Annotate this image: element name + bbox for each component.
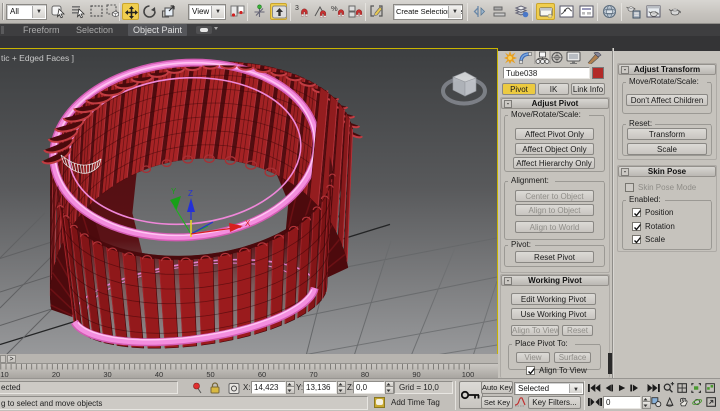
svg-text:3: 3 bbox=[295, 5, 299, 12]
svg-text:X: X bbox=[245, 219, 251, 228]
svg-text:%: % bbox=[331, 4, 338, 13]
svg-text:Z: Z bbox=[188, 189, 193, 198]
svg-text:Y: Y bbox=[171, 187, 177, 196]
